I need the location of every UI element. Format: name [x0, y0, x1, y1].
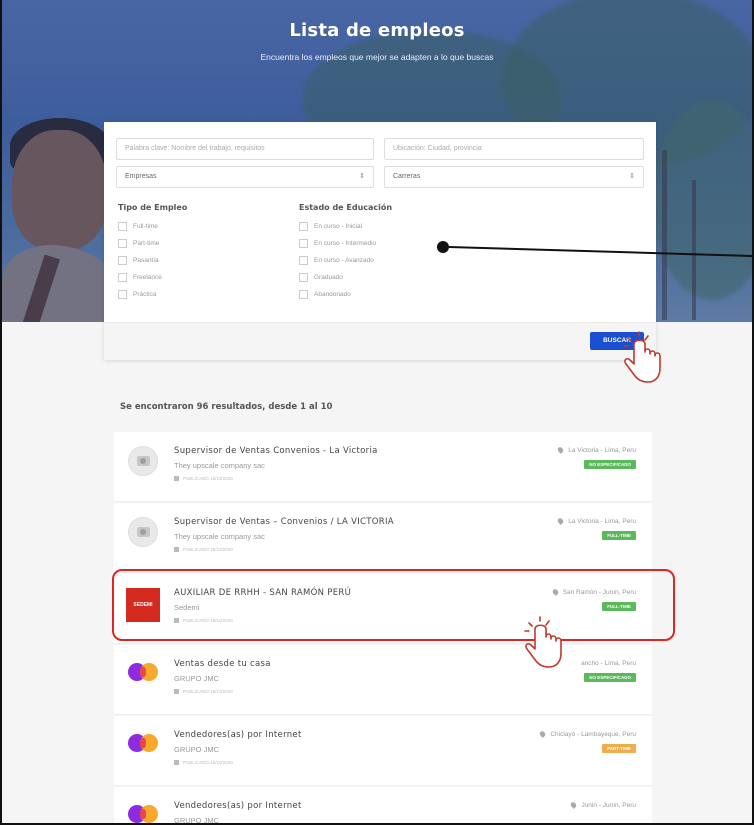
pointer-hand-icon	[616, 330, 664, 384]
mastercard-logo	[128, 805, 160, 823]
select-caret-icon: ⇕	[359, 173, 365, 180]
page-subtitle: Encuentra los empleos que mejor se adapt…	[260, 52, 494, 62]
job-title[interactable]: Supervisor de Ventas – Convenios / LA VI…	[174, 517, 394, 527]
checkbox-icon	[299, 222, 308, 231]
job-location: Chiclayo - Lambayeque, Peru	[538, 730, 636, 739]
career-select[interactable]: Carreras ⇕	[384, 166, 644, 188]
mastercard-logo	[128, 734, 160, 752]
job-published-date: PUBLICADO 15/10/2020	[174, 476, 233, 482]
checkbox-abandonado[interactable]: Abandonado	[299, 290, 351, 302]
keyword-input[interactable]: Palabra clave: Nombre del trabajo, requi…	[116, 138, 374, 160]
job-location: ancho - Lima, Peru	[581, 660, 636, 667]
results-summary: Se encontraron 96 resultados, desde 1 al…	[120, 402, 333, 412]
camera-icon	[128, 446, 158, 476]
job-title[interactable]: Vendedores(as) por Internet	[174, 730, 302, 740]
job-location: Junin - Junín, Peru	[570, 801, 636, 810]
education-status-title: Estado de Educación	[299, 203, 393, 212]
annotation-dot	[437, 241, 449, 253]
checkbox-en-curso-intermedio[interactable]: En curso - Intermedio	[299, 239, 376, 251]
page-title: Lista de empleos	[289, 20, 465, 41]
checkbox-part-time[interactable]: Part-time	[118, 239, 159, 251]
employment-type-title: Tipo de Empleo	[118, 203, 188, 212]
job-listing[interactable]: Vendedores(as) por Internet GRUPO JMC PU…	[114, 716, 652, 786]
search-card-footer	[104, 322, 656, 360]
job-type-badge: NO ESPECIFICADO	[584, 460, 636, 469]
checkbox-freelance[interactable]: Freelance	[118, 273, 162, 285]
job-published-date: PUBLICADO 15/10/2020	[174, 689, 233, 695]
checkbox-icon	[118, 239, 127, 248]
job-title[interactable]: Ventas desde tu casa	[174, 659, 271, 669]
calendar-icon	[174, 689, 179, 695]
job-company: They upscale company sac	[174, 461, 265, 470]
camera-icon	[128, 517, 158, 547]
checkbox-icon	[299, 239, 308, 248]
checkbox-icon	[118, 290, 127, 299]
location-pin-icon	[556, 446, 565, 455]
checkbox-en-curso-inicial[interactable]: En curso - Inicial	[299, 222, 362, 234]
job-title[interactable]: Supervisor de Ventas Convenios - La Vict…	[174, 446, 378, 456]
job-listing[interactable]: Supervisor de Ventas – Convenios / LA VI…	[114, 503, 652, 573]
page-frame: Lista de empleos Encuentra los empleos q…	[0, 0, 754, 825]
job-type-badge: FULL-TIME	[602, 531, 636, 540]
job-company: They upscale company sac	[174, 532, 265, 541]
checkbox-pasantia[interactable]: Pasantía	[118, 256, 159, 268]
checkbox-practica[interactable]: Práctica	[118, 290, 156, 302]
select-caret-icon: ⇕	[629, 173, 635, 180]
job-company: GRUPO JMC	[174, 745, 219, 754]
job-published-date: PUBLICADO 15/10/2020	[174, 760, 233, 766]
pointer-hand-icon	[517, 615, 565, 669]
location-input[interactable]: Ubicación: Ciudad, provincia	[384, 138, 644, 160]
checkbox-full-time[interactable]: Full-time	[118, 222, 158, 234]
checkbox-icon	[118, 256, 127, 265]
search-card: Palabra clave: Nombre del trabajo, requi…	[104, 122, 656, 360]
checkbox-icon	[299, 273, 308, 282]
job-type-badge: NO ESPECIFICADO	[584, 673, 636, 682]
checkbox-icon	[118, 273, 127, 282]
job-listing[interactable]: Supervisor de Ventas Convenios - La Vict…	[114, 432, 652, 502]
job-company: GRUPO JMC	[174, 674, 219, 683]
checkbox-en-curso-avanzado[interactable]: En curso - Avanzado	[299, 256, 374, 268]
calendar-icon	[174, 476, 179, 482]
calendar-icon	[174, 760, 179, 766]
location-pin-icon	[570, 801, 578, 810]
job-type-badge: PART-TIME	[602, 744, 636, 753]
checkbox-icon	[118, 222, 127, 231]
mastercard-logo	[128, 663, 160, 681]
job-listing[interactable]: Ventas desde tu casa GRUPO JMC PUBLICADO…	[114, 645, 652, 715]
job-listing[interactable]: Vendedores(as) por Internet GRUPO JMC Ju…	[114, 787, 652, 825]
highlight-box	[112, 569, 675, 641]
job-location: La Victoria - Lima, Peru	[556, 446, 636, 455]
search-filters: Palabra clave: Nombre del trabajo, requi…	[104, 122, 656, 322]
job-published-date: PUBLICADO 15/10/2020	[174, 547, 233, 553]
checkbox-icon	[299, 256, 308, 265]
checkbox-graduado[interactable]: Graduado	[299, 273, 343, 285]
calendar-icon	[174, 547, 179, 553]
company-select[interactable]: Empresas ⇕	[116, 166, 374, 188]
company-select-label: Empresas	[125, 173, 157, 180]
job-title[interactable]: Vendedores(as) por Internet	[174, 801, 302, 811]
job-location: La Victoria - Lima, Peru	[556, 517, 636, 526]
location-pin-icon	[556, 517, 565, 526]
location-pin-icon	[538, 730, 547, 739]
checkbox-icon	[299, 290, 308, 299]
career-select-label: Carreras	[393, 173, 421, 180]
job-company: GRUPO JMC	[174, 816, 219, 825]
